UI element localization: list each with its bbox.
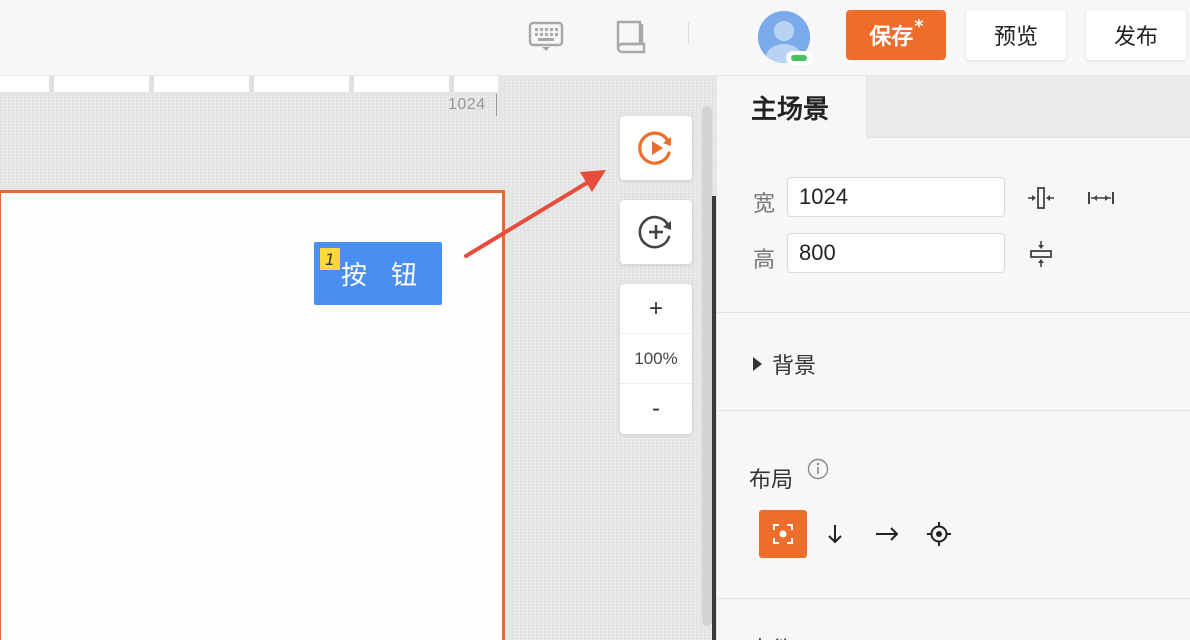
- crosshair-icon: [927, 522, 951, 546]
- horizontal-ruler: [0, 76, 499, 92]
- ruler-width-label: 1024: [448, 96, 486, 113]
- layout-anchor-button[interactable]: [915, 510, 963, 558]
- height-label: 高: [753, 248, 776, 273]
- arrow-down-icon: [828, 525, 842, 544]
- add-element-button[interactable]: [620, 200, 692, 264]
- caret-right-icon: [753, 357, 762, 371]
- background-section-label: 背景: [772, 354, 817, 379]
- toolbar-separator: [688, 22, 689, 44]
- canvas-button-label: 按 钮: [340, 261, 426, 291]
- tab-main-scene[interactable]: 主场景: [717, 76, 867, 138]
- layout-absolute-button[interactable]: [759, 510, 807, 558]
- canvas-area[interactable]: 1024 1 按 钮 + 100% -: [0, 76, 716, 640]
- width-label: 宽: [753, 192, 776, 217]
- info-icon[interactable]: [807, 458, 829, 480]
- layout-vertical-button[interactable]: [811, 510, 859, 558]
- vertical-scrollbar[interactable]: [702, 106, 712, 626]
- keyboard-icon[interactable]: [526, 16, 566, 56]
- publish-button[interactable]: 发布: [1086, 10, 1186, 60]
- online-status-badge: [786, 51, 812, 65]
- layout-horizontal-button[interactable]: [863, 510, 911, 558]
- play-preview-button[interactable]: [620, 116, 692, 180]
- save-button-label: 保存: [869, 25, 914, 50]
- element-index-badge: 1: [320, 248, 340, 270]
- ruler-edge-tick: [496, 94, 497, 116]
- preview-button[interactable]: 预览: [966, 10, 1066, 60]
- section-divider: [717, 312, 1190, 313]
- layout-label: 布局: [749, 468, 794, 493]
- play-circle-icon: [638, 131, 671, 165]
- zoom-in-button[interactable]: +: [620, 284, 692, 334]
- zoom-control: + 100% -: [620, 284, 692, 434]
- canvas-button-element[interactable]: 1 按 钮: [314, 242, 442, 305]
- section-divider: [717, 410, 1190, 411]
- arrow-right-icon: [876, 527, 899, 541]
- width-input[interactable]: [787, 177, 1005, 217]
- events-section-label: 事件: [749, 632, 793, 640]
- unsaved-indicator: *: [914, 15, 924, 37]
- top-toolbar: 保存 * 预览 发布: [0, 0, 1190, 76]
- center-vertical-icon[interactable]: [1027, 240, 1055, 268]
- save-button[interactable]: 保存 *: [846, 10, 946, 60]
- book-icon[interactable]: [610, 16, 650, 56]
- zoom-out-button[interactable]: -: [620, 384, 692, 434]
- background-section-toggle[interactable]: 背景: [753, 348, 816, 380]
- height-input[interactable]: [787, 233, 1005, 273]
- properties-panel: 主场景 宽 高 背景 布局: [716, 76, 1190, 640]
- user-avatar-icon[interactable]: [758, 11, 812, 65]
- tab-bar-background: [867, 76, 1190, 138]
- center-horizontal-icon[interactable]: [1027, 184, 1055, 212]
- focus-frame-icon: [773, 524, 793, 544]
- add-circle-icon: [638, 215, 671, 249]
- zoom-level: 100%: [620, 334, 692, 384]
- section-divider: [717, 598, 1190, 599]
- stretch-width-icon[interactable]: [1087, 184, 1115, 212]
